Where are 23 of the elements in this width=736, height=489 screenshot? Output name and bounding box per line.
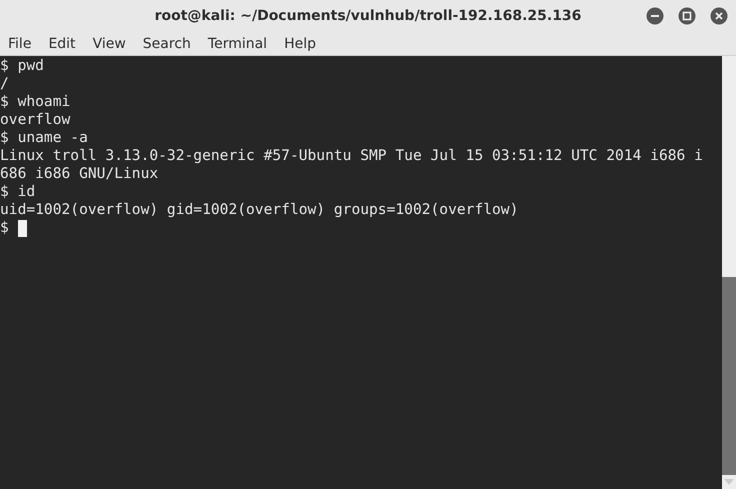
terminal-line: $ pwd — [0, 57, 45, 75]
scrollbar[interactable] — [722, 56, 736, 489]
terminal-prompt: $ — [0, 219, 9, 237]
menu-item[interactable]: Edit — [48, 36, 76, 52]
minimize-icon[interactable] — [646, 7, 664, 25]
menu-item[interactable]: View — [92, 36, 126, 52]
terminal-line: $ id — [0, 183, 36, 201]
terminal-line: / — [0, 75, 10, 93]
maximize-icon[interactable] — [678, 7, 696, 25]
text-cursor — [18, 220, 27, 236]
window-title: root@kali: ~/Documents/vulnhub/troll-192.168.25.136 — [154, 8, 582, 24]
terminal-line: Linux troll 3.13.0-32-generic #57-Ubuntu SMP Tue Jul 15 03:51:12 UTC 2014 i686 i — [0, 147, 704, 165]
close-icon[interactable] — [710, 7, 728, 25]
terminal-line: overflow — [0, 111, 72, 129]
menu-item[interactable]: Help — [284, 36, 316, 52]
terminal-line: 686 i686 GNU/Linux — [0, 165, 160, 183]
menu-item[interactable]: Search — [142, 36, 191, 52]
scrollbar-thumb[interactable] — [722, 277, 736, 475]
menu-item[interactable]: Terminal — [208, 36, 268, 52]
menu-item[interactable]: File — [8, 36, 32, 52]
terminal-line: $ uname -a — [0, 129, 89, 147]
terminal-line: uid=1002(overflow) gid=1002(overflow) groups=1002(overflow) — [0, 201, 520, 219]
terminal-line: $ whoami — [0, 93, 72, 111]
